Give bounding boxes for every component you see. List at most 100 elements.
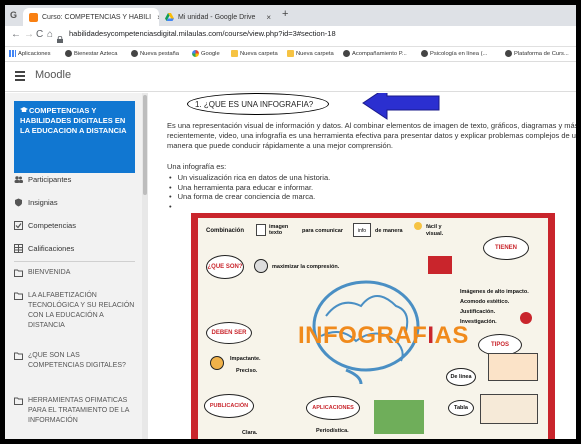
infographic-text: Justificación. [460, 309, 496, 315]
list-item: Una forma de crear conciencia de marca. [169, 192, 330, 202]
infographic-text: para comunicar [302, 228, 343, 234]
infographic-text: fácil y visual. [426, 224, 444, 237]
infographic-title: INFOGRAFIAS [298, 322, 469, 350]
bookmark-bienestar[interactable]: Bienestar Azteca [65, 50, 118, 57]
drawer-item-insignias[interactable]: Insignias [14, 198, 135, 207]
site-brand[interactable]: Moodle [35, 69, 71, 81]
drawer-item-participantes[interactable]: Participantes [14, 175, 135, 184]
infographic-text: Periodística. [316, 428, 349, 434]
brain-icon [254, 259, 268, 273]
bookmark-label: Psicología en línea (... [430, 50, 488, 57]
drawer-item-label: Insignias [28, 198, 58, 207]
url-bar[interactable]: habilidadesycompetenciasdigital.milaulas… [69, 29, 336, 38]
bulb-icon [414, 222, 422, 230]
drawer-section-label: LA ALFABETIZACIÓN TECNOLÓGICA Y SU RELAC… [28, 292, 135, 329]
back-icon[interactable]: ← [11, 29, 21, 40]
bookmark-label: Nueva carpeta [240, 50, 278, 57]
tab-course[interactable]: Curso: COMPETENCIAS Y HABILI × [23, 8, 159, 26]
drawer-item-label: Competencias [28, 221, 76, 230]
lock-icon[interactable] [57, 30, 63, 43]
table-thumbnail-icon [480, 394, 538, 424]
tab-strip: G Curso: COMPETENCIAS Y HABILI × Mi unid… [5, 5, 576, 26]
infographic-canvas: Combinación imagen texto para comunicar … [198, 218, 548, 439]
reload-icon[interactable]: C [36, 29, 43, 40]
drawer-course-link[interactable]: COMPETENCIAS Y HABILIDADES DIGITALES EN … [14, 101, 135, 173]
scrollbar-thumb[interactable] [143, 95, 147, 195]
table-icon [14, 244, 23, 253]
title-part: INFOGRAF [298, 322, 428, 349]
browser-window: G Curso: COMPETENCIAS Y HABILI × Mi unid… [5, 5, 576, 439]
drawer-item-calificaciones[interactable]: Calificaciones [14, 244, 135, 253]
infographic-text: Impactante. [230, 356, 261, 362]
drawer-item-label: Calificaciones [28, 244, 75, 253]
drawer-scrollbar[interactable] [142, 93, 148, 439]
drawer-section-label: HERRAMIENTAS OFIMATICAS PARA EL TRATAMIE… [28, 397, 130, 424]
forward-icon[interactable]: → [24, 29, 34, 40]
title-accent: I [427, 322, 435, 349]
bookmark-psicologia[interactable]: Psicología en línea (... [421, 50, 487, 57]
bookmarks-bar: Aplicaciones Bienestar Azteca Nueva pest… [5, 47, 576, 62]
line-chart-thumbnail-icon [488, 353, 538, 381]
address-toolbar: ← → C ⌂ habilidadesycompetenciasdigital.… [5, 26, 576, 47]
list-heading: Una infografía es: [167, 162, 227, 171]
google-tab-icon[interactable]: G [10, 10, 17, 20]
close-tab-icon[interactable]: × [151, 13, 159, 22]
list-item [169, 202, 330, 212]
bookmark-google[interactable]: Google [192, 50, 220, 57]
infographic-text: Combinación [206, 228, 245, 234]
bubble-tabla: Tabla [448, 400, 474, 416]
tab-drive[interactable]: Mi unidad - Google Drive × [159, 8, 277, 26]
home-icon[interactable]: ⌂ [47, 29, 53, 40]
folder-icon [231, 50, 238, 57]
site-globe-icon [505, 50, 512, 57]
bookmark-label: Aplicaciones [18, 50, 51, 57]
bookmark-label: Bienestar Azteca [74, 50, 118, 57]
folder-outline-icon [14, 352, 23, 360]
folder-outline-icon [14, 397, 23, 405]
folder-outline-icon [14, 269, 23, 277]
bookmark-plataforma[interactable]: Plataforma de Curs... [505, 50, 569, 57]
drawer-section-label: ¿QUE SON LAS COMPETENCIAS DIGITALES? [28, 352, 126, 369]
bookmark-nueva-pestana[interactable]: Nueva pestaña [131, 50, 179, 57]
new-tab-button[interactable]: + [282, 8, 288, 20]
site-globe-icon [343, 50, 350, 57]
bubble-deben-ser: DEBEN SER [206, 322, 252, 344]
pencil-icon [520, 312, 532, 324]
folder-icon [287, 50, 294, 57]
drawer-section-bienvenida[interactable]: BIENVENIDA [14, 268, 135, 278]
google-icon [192, 50, 199, 57]
folder-outline-icon [14, 292, 23, 300]
infographic-text: imagen texto [269, 224, 289, 236]
bookmark-folder-2[interactable]: Nueva carpeta [287, 50, 334, 57]
nav-drawer: COMPETENCIAS Y HABILIDADES DIGITALES EN … [5, 93, 143, 439]
site-globe-icon [131, 50, 138, 57]
drawer-item-competencias[interactable]: Competencias [14, 221, 135, 230]
bookmark-apps[interactable]: Aplicaciones [9, 50, 51, 57]
bookmark-acompanamiento[interactable]: Acompañamiento P... [343, 50, 407, 57]
badge-icon [14, 198, 23, 207]
moodle-header: Moodle [5, 62, 576, 92]
bookmark-folder-1[interactable]: Nueva carpeta [231, 50, 278, 57]
section-title: 1. ¿QUE ES UNA INFOGRAFIA? [195, 100, 314, 109]
bubble-aplicaciones: APLICACIONES [306, 396, 360, 420]
tab-title: Mi unidad - Google Drive [178, 13, 256, 21]
drawer-item-label: Participantes [28, 175, 72, 184]
drawer-section-competencias[interactable]: ¿QUE SON LAS COMPETENCIAS DIGITALES? [14, 351, 135, 371]
menu-toggle-icon[interactable] [15, 71, 25, 81]
section-paragraph: Es una representación visual de informac… [167, 121, 576, 150]
site-globe-icon [421, 50, 428, 57]
course-title: COMPETENCIAS Y HABILIDADES DIGITALES EN … [20, 106, 127, 135]
bookmark-label: Plataforma de Curs... [514, 50, 569, 57]
infographic-text: maximizar la compresión. [272, 264, 340, 270]
bookmark-label: Acompañamiento P... [352, 50, 407, 57]
main-content: 1. ¿QUE ES UNA INFOGRAFIA? Es una repres… [155, 93, 576, 439]
list-item: Una herramienta para educar e informar. [169, 183, 330, 193]
infographic-text: Preciso. [236, 368, 258, 374]
infographic-text: de manera [375, 228, 403, 234]
drawer-section-alfabetizacion[interactable]: LA ALFABETIZACIÓN TECNOLÓGICA Y SU RELAC… [14, 291, 135, 331]
bubble-tienen: TIENEN [483, 236, 529, 260]
graduation-cap-icon [20, 106, 28, 112]
close-tab-icon[interactable]: × [260, 13, 271, 22]
infographic-text: Acomodo estético. [460, 299, 510, 305]
drawer-section-herramientas[interactable]: HERRAMIENTAS OFIMATICAS PARA EL TRATAMIE… [14, 396, 135, 426]
